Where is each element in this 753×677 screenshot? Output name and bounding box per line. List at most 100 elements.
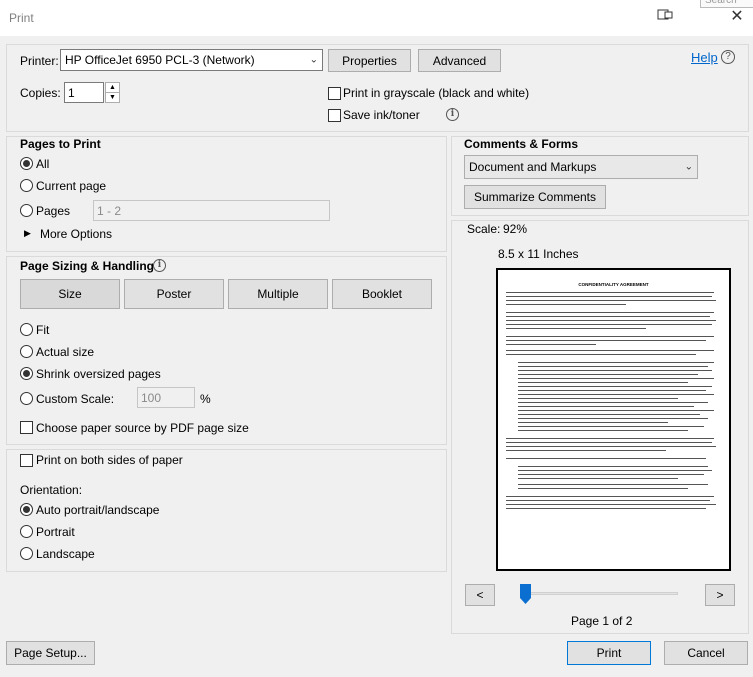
all-pages-label: All [36,157,50,171]
custom-scale-input[interactable]: 100 [137,387,195,408]
pages-range-input[interactable]: 1 - 2 [93,200,330,221]
all-pages-radio[interactable] [20,157,33,170]
save-ink-info-icon[interactable]: i [446,108,459,121]
comments-select[interactable]: Document and Markups ⌄ [464,155,698,179]
orientation-header: Orientation: [20,483,83,497]
more-options-link[interactable]: More Options [40,227,112,241]
grayscale-checkbox[interactable] [328,87,341,100]
stepper-down-icon[interactable]: ▼ [106,93,119,102]
preview-text-line [518,466,708,467]
duplex-checkbox[interactable] [20,454,33,467]
copies-input[interactable]: 1 [64,82,104,103]
preview-text-line [506,296,712,297]
fit-radio[interactable] [20,323,33,336]
preview-text-line [506,350,714,351]
duplex-label: Print on both sides of paper [36,453,183,467]
preview-text-line [518,410,714,411]
properties-button[interactable]: Properties [328,49,411,72]
preview-text-line [506,508,706,509]
preview-text-line [506,300,716,301]
save-ink-checkbox[interactable] [328,109,341,122]
comments-header: Comments & Forms [464,137,579,151]
preview-text-line [518,378,714,379]
percent-label: % [200,392,211,406]
preview-text-line [506,324,712,325]
preview-text-line [518,430,688,431]
custom-scale-label: Custom Scale: [36,392,115,406]
portrait-radio[interactable] [20,525,33,538]
pages-range-label: Pages [36,204,71,218]
scale-value: 92% [503,222,528,236]
grayscale-label: Print in grayscale (black and white) [343,86,530,100]
preview-text-line [506,344,596,345]
preview-text-line [518,478,678,479]
booklet-tab[interactable]: Booklet [332,279,432,309]
landscape-radio[interactable] [20,547,33,560]
next-page-button[interactable]: > [705,584,735,606]
advanced-button[interactable]: Advanced [418,49,501,72]
preview-text-line [518,386,712,387]
auto-orientation-label: Auto portrait/landscape [36,503,160,517]
help-link[interactable]: Help [691,50,718,65]
preview-text-line [506,500,710,501]
pages-range-radio[interactable] [20,204,33,217]
sizing-info-icon[interactable]: i [153,259,166,272]
chevron-down-icon: ⌄ [684,161,693,173]
comments-select-value: Document and Markups [469,160,597,174]
more-options-arrow-icon[interactable]: ▶ [24,228,31,239]
sizing-header: Page Sizing & Handling [20,259,155,273]
preview-text-line [506,312,714,313]
preview-text-line [518,474,704,475]
cancel-button[interactable]: Cancel [664,641,748,665]
current-page-label: Current page [36,179,107,193]
help-question-icon[interactable]: ? [721,50,735,64]
printer-label: Printer: [20,54,59,68]
preview-text-line [518,406,694,407]
preview-text-line [518,426,704,427]
preview-text-line [506,328,646,329]
window-icon[interactable] [650,6,680,28]
copies-label: Copies: [20,86,61,100]
paper-size-label: 8.5 x 11 Inches [498,247,579,261]
custom-scale-radio[interactable] [20,392,33,405]
preview-text-line [518,362,714,363]
summarize-comments-button[interactable]: Summarize Comments [464,185,606,209]
poster-tab[interactable]: Poster [124,279,224,309]
scale-label: Scale: [467,222,501,236]
shrink-oversized-radio[interactable] [20,367,33,380]
size-tab[interactable]: Size [20,279,120,309]
portrait-label: Portrait [36,525,75,539]
multiple-tab[interactable]: Multiple [228,279,328,309]
preview-text-line [518,402,708,403]
preview-text-line [518,390,706,391]
preview-text-line [506,304,626,305]
paper-source-checkbox[interactable] [20,421,33,434]
preview-text-line [518,414,700,415]
page-preview: CONFIDENTIALITY AGREEMENT [496,268,731,571]
preview-text-line [506,354,696,355]
printer-select[interactable]: HP OfficeJet 6950 PCL-3 (Network) ⌄ [60,49,323,71]
preview-text-line [518,422,668,423]
stepper-up-icon[interactable]: ▲ [106,83,119,93]
prev-page-button[interactable]: < [465,584,495,606]
page-slider-track[interactable] [520,592,678,595]
auto-orientation-radio[interactable] [20,503,33,516]
preview-doc-title: CONFIDENTIALITY AGREEMENT [578,282,649,287]
preview-text-line [518,418,708,419]
actual-size-label: Actual size [36,345,95,359]
copies-stepper[interactable]: ▲ ▼ [105,82,120,103]
preview-text-line [506,340,706,341]
pages-header: Pages to Print [20,137,101,151]
title-bar [0,0,753,36]
preview-text-line [506,496,714,497]
current-page-radio[interactable] [20,179,33,192]
preview-text-line [506,336,714,337]
chevron-down-icon: ⌄ [309,54,318,66]
print-button[interactable]: Print [567,641,651,665]
close-icon[interactable]: ✕ [722,6,752,28]
page-setup-button[interactable]: Page Setup... [6,641,95,665]
preview-text-line [506,458,706,459]
actual-size-radio[interactable] [20,345,33,358]
page-slider-thumb[interactable] [520,584,531,604]
printer-select-value: HP OfficeJet 6950 PCL-3 (Network) [65,53,255,67]
